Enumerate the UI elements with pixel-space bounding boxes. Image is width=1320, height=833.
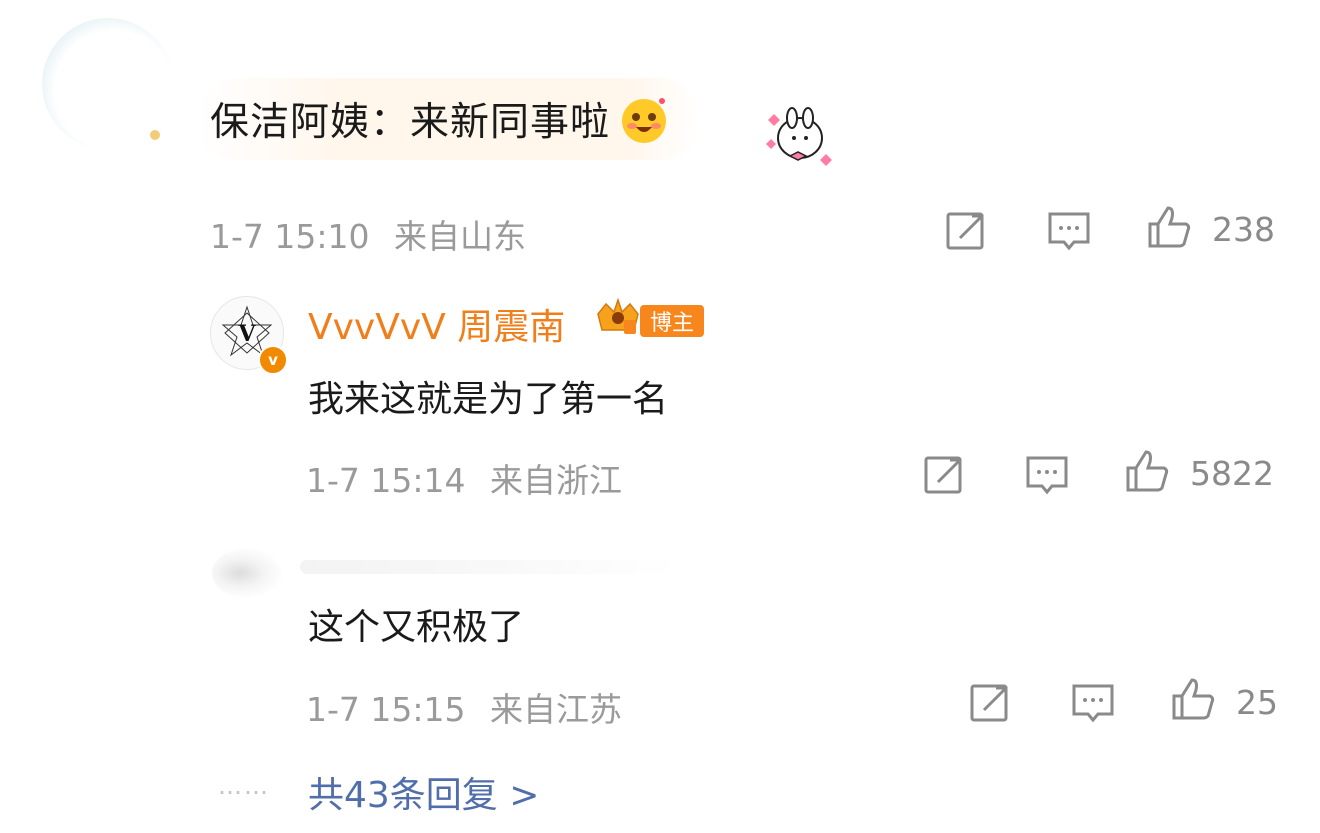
like-count: 5822 [1190, 454, 1274, 493]
commenter-avatar[interactable] [42, 18, 174, 150]
reply-location: 来自浙江 [490, 461, 622, 500]
reply-text: 这个又积极了 [308, 607, 525, 648]
repost-icon[interactable] [968, 680, 1014, 726]
author-tag: 博主 [640, 305, 705, 337]
divider-dots: …… [218, 772, 270, 800]
like-count: 25 [1236, 683, 1278, 722]
crown-badge-icon [597, 297, 639, 334]
reply-meta: 1-7 15:14 来自浙江 [306, 454, 622, 502]
reply-location: 来自江苏 [490, 690, 622, 729]
reply-avatar[interactable] [212, 548, 282, 598]
comment-icon[interactable] [1070, 680, 1116, 726]
main-comment-text: 保洁阿姨：来新同事啦 [210, 100, 611, 145]
smiling-blush-face-icon [622, 98, 667, 143]
like-icon[interactable] [1124, 448, 1170, 494]
like-count: 238 [1212, 210, 1275, 249]
avatar-letter: V [237, 321, 256, 347]
main-comment: 保洁阿姨：来新同事啦 [196, 78, 701, 160]
reply-meta: 1-7 15:15 来自江苏 [306, 683, 622, 731]
like-icon[interactable] [1146, 204, 1192, 250]
reply-username[interactable]: VvvVvV 周震南 [308, 298, 565, 350]
comment-icon[interactable] [1024, 452, 1070, 498]
reply-text: 我来这就是为了第一名 [308, 379, 669, 420]
like-icon[interactable] [1170, 676, 1216, 722]
reply-time: 1-7 15:14 [306, 461, 466, 500]
comment-icon[interactable] [1046, 208, 1092, 254]
reply-username-blurred[interactable] [300, 560, 680, 574]
view-all-replies-link[interactable]: 共43条回复 > [308, 766, 539, 818]
bunny-hearts-sticker-icon [766, 107, 832, 166]
repost-icon[interactable] [922, 452, 968, 498]
comment-location: 来自山东 [394, 217, 526, 256]
reply-time: 1-7 15:15 [306, 690, 466, 729]
comment-time: 1-7 15:10 [210, 217, 370, 256]
repost-icon[interactable] [944, 208, 990, 254]
v-verified-icon: v [258, 345, 288, 375]
comment-meta: 1-7 15:10 来自山东 [210, 210, 526, 258]
